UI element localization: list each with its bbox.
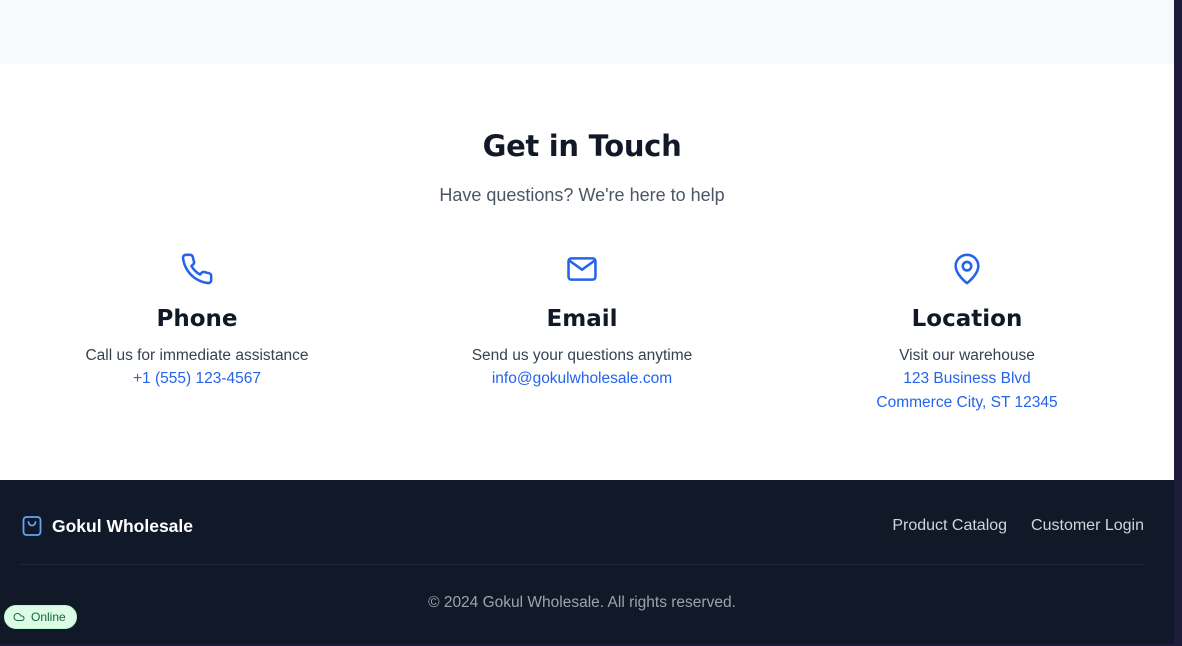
email-card-description: Send us your questions anytime bbox=[471, 347, 693, 364]
email-card: Email Send us your questions anytime inf… bbox=[412, 252, 752, 391]
phone-card-description: Call us for immediate assistance bbox=[85, 347, 309, 364]
page-frame: Get in Touch Have questions? We're here … bbox=[0, 0, 1174, 644]
footer-divider bbox=[20, 564, 1144, 565]
location-card-description: Visit our warehouse bbox=[899, 347, 1035, 364]
site-footer: Gokul Wholesale Product Catalog Customer… bbox=[0, 480, 1174, 644]
location-card: Location Visit our warehouse 123 Busines… bbox=[797, 252, 1137, 415]
previous-section-band bbox=[0, 0, 1174, 64]
status-label: Online bbox=[31, 610, 66, 624]
footer-brand-link[interactable]: Gokul Wholesale bbox=[20, 514, 193, 538]
footer-link-customer-login[interactable]: Customer Login bbox=[1031, 517, 1144, 535]
mail-icon bbox=[565, 252, 599, 286]
email-card-title: Email bbox=[546, 306, 618, 332]
phone-card: Phone Call us for immediate assistance +… bbox=[27, 252, 367, 391]
footer-brand-name: Gokul Wholesale bbox=[52, 515, 193, 536]
address-line-city: Commerce City, ST 12345 bbox=[876, 394, 1058, 411]
contact-title: Get in Touch bbox=[482, 129, 682, 163]
cloud-icon bbox=[13, 611, 25, 623]
map-pin-icon bbox=[950, 252, 984, 286]
location-card-title: Location bbox=[911, 306, 1023, 332]
contact-section: Get in Touch Have questions? We're here … bbox=[0, 64, 1174, 480]
phone-link[interactable]: +1 (555) 123-4567 bbox=[27, 367, 367, 391]
online-status-badge: Online bbox=[4, 605, 77, 629]
footer-copyright: © 2024 Gokul Wholesale. All rights reser… bbox=[428, 594, 736, 611]
footer-nav: Product Catalog Customer Login bbox=[892, 517, 1144, 535]
email-link[interactable]: info@gokulwholesale.com bbox=[412, 367, 752, 391]
address-line-street: 123 Business Blvd bbox=[903, 370, 1031, 387]
shopping-bag-icon bbox=[20, 514, 44, 538]
phone-icon bbox=[180, 252, 214, 286]
phone-card-title: Phone bbox=[156, 306, 238, 332]
contact-subtitle: Have questions? We're here to help bbox=[439, 185, 725, 205]
footer-link-product-catalog[interactable]: Product Catalog bbox=[892, 517, 1007, 535]
